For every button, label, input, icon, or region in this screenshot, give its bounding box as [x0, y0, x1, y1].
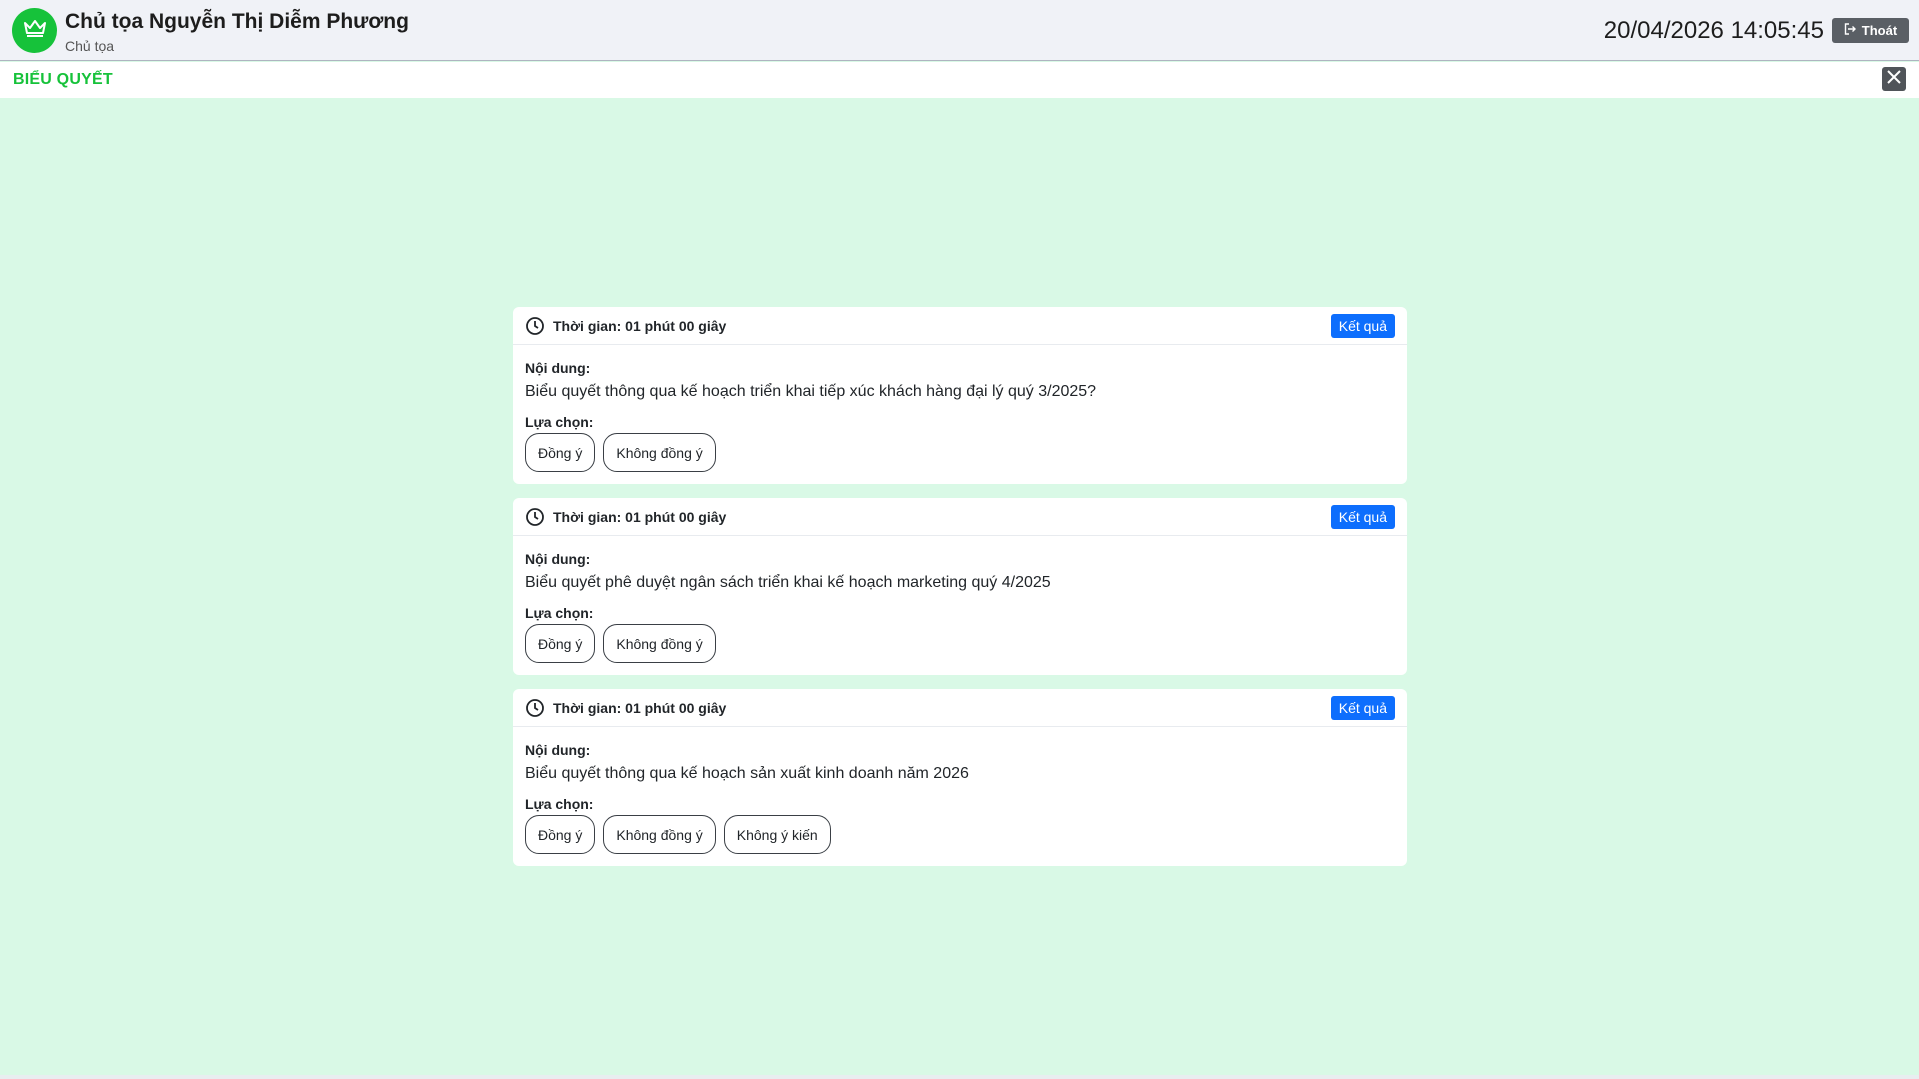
user-role: Chủ tọa	[65, 38, 115, 54]
close-icon	[1886, 69, 1902, 90]
current-datetime: 20/04/2026 14:05:45	[1603, 17, 1824, 44]
content-label: Nội dung:	[525, 360, 591, 376]
close-button[interactable]	[1882, 67, 1906, 91]
vote-content: Biểu quyết phê duyệt ngân sách triển kha…	[525, 574, 1051, 591]
vote-time-label: Thời gian: 01 phút 00 giây	[553, 318, 727, 334]
top-header: Chủ tọa Nguyễn Thị Diễm Phương Chủ tọa 2…	[0, 0, 1919, 61]
vote-card-body: Nội dung: Biểu quyết phê duyệt ngân sách…	[513, 536, 1407, 675]
clock-icon	[525, 698, 545, 723]
vote-card: Thời gian: 01 phút 00 giây Kết quả Nội d…	[513, 689, 1407, 866]
choices-label: Lựa chọn:	[525, 605, 594, 621]
vote-options: Đồng ý Không đồng ý Không ý kiến	[525, 815, 1395, 854]
logout-button[interactable]: Thoát	[1832, 18, 1909, 43]
bottom-divider	[0, 1075, 1919, 1079]
crown-icon	[23, 18, 47, 43]
option-agree-button[interactable]: Đồng ý	[525, 433, 596, 472]
result-button[interactable]: Kết quả	[1330, 696, 1395, 720]
content-label: Nội dung:	[525, 551, 591, 567]
vote-content: Biểu quyết thông qua kế hoạch triển khai…	[525, 383, 1097, 400]
page-title-bar: BIỂU QUYẾT	[0, 62, 1919, 98]
logout-label: Thoát	[1861, 23, 1898, 38]
vote-content: Biểu quyết thông qua kế hoạch sản xuất k…	[525, 765, 969, 782]
vote-card-body: Nội dung: Biểu quyết thông qua kế hoạch …	[513, 345, 1407, 484]
option-no-opinion-button[interactable]: Không ý kiến	[723, 815, 831, 854]
choices-label: Lựa chọn:	[525, 414, 594, 430]
vote-options: Đồng ý Không đồng ý	[525, 433, 1395, 472]
logout-icon	[1844, 23, 1856, 38]
vote-card-header: Thời gian: 01 phút 00 giây Kết quả	[513, 498, 1407, 536]
vote-card: Thời gian: 01 phút 00 giây Kết quả Nội d…	[513, 307, 1407, 484]
content-label: Nội dung:	[525, 742, 591, 758]
clock-icon	[525, 507, 545, 532]
vote-options: Đồng ý Không đồng ý	[525, 624, 1395, 663]
vote-card: Thời gian: 01 phút 00 giây Kết quả Nội d…	[513, 498, 1407, 675]
option-disagree-button[interactable]: Không đồng ý	[603, 433, 716, 472]
user-name: Chủ tọa Nguyễn Thị Diễm Phương	[65, 10, 409, 33]
option-agree-button[interactable]: Đồng ý	[525, 624, 596, 663]
vote-card-header: Thời gian: 01 phút 00 giây Kết quả	[513, 307, 1407, 345]
option-disagree-button[interactable]: Không đồng ý	[603, 624, 716, 663]
vote-time-label: Thời gian: 01 phút 00 giây	[553, 700, 727, 716]
page-title: BIỂU QUYẾT	[13, 71, 113, 88]
option-agree-button[interactable]: Đồng ý	[525, 815, 596, 854]
vote-card-body: Nội dung: Biểu quyết thông qua kế hoạch …	[513, 727, 1407, 866]
result-button[interactable]: Kết quả	[1330, 505, 1395, 529]
vote-time-label: Thời gian: 01 phút 00 giây	[553, 509, 727, 525]
clock-icon	[525, 316, 545, 341]
result-button[interactable]: Kết quả	[1330, 314, 1395, 338]
avatar	[12, 8, 57, 53]
option-disagree-button[interactable]: Không đồng ý	[603, 815, 716, 854]
vote-card-header: Thời gian: 01 phút 00 giây Kết quả	[513, 689, 1407, 727]
choices-label: Lựa chọn:	[525, 796, 594, 812]
